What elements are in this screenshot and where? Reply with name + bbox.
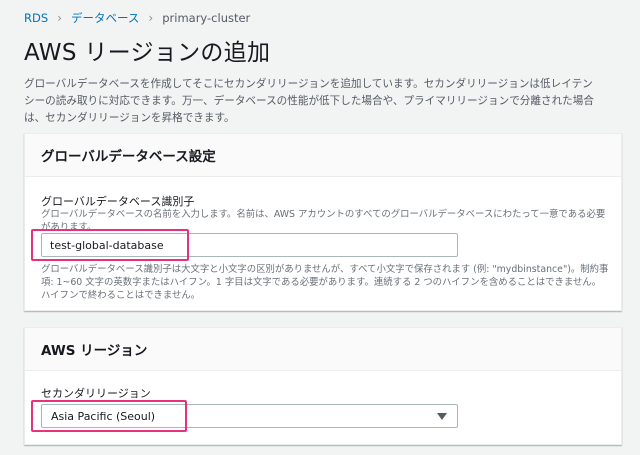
breadcrumb: RDS › データベース › primary-cluster xyxy=(24,10,250,26)
page-intro: グローバルデータベースを作成してそこにセカンダリリージョンを追加しています。セカ… xyxy=(24,76,624,127)
description-line: グローバルデータベースの名前を入力します。名前は、AWS アカウントのすべてのグ… xyxy=(41,209,606,220)
global-db-identifier-label: グローバルデータベース識別子 xyxy=(41,195,195,208)
global-database-settings-panel: グローバルデータベース設定 グローバルデータベース識別子 グローバルデータベース… xyxy=(24,133,622,311)
chevron-right-icon: › xyxy=(57,11,62,25)
help-line: グローバルデータベース識別子は大文字と小文字の区別がありませんが、すべて小文字で… xyxy=(41,264,609,275)
secondary-region-label: セカンダリリージョン xyxy=(41,387,151,400)
help-line: ハイフンで終わることはできません。 xyxy=(41,290,201,301)
secondary-region-value: Asia Pacific (Seoul) xyxy=(51,409,156,423)
panel-header: グローバルデータベース設定 xyxy=(25,134,621,177)
breadcrumb-link-databases[interactable]: データベース xyxy=(71,10,139,26)
chevron-right-icon: › xyxy=(148,11,154,25)
panel-header: AWS リージョン xyxy=(25,328,621,371)
intro-line: は、セカンダリリージョンを昇格できます。 xyxy=(24,112,235,124)
aws-region-panel: AWS リージョン セカンダリリージョン Asia Pacific (Seoul… xyxy=(24,327,622,445)
help-line: 項: 1~60 文字の英数字またはハイフン。1 字目は文字である必要があります。… xyxy=(41,277,602,288)
global-db-identifier-input[interactable] xyxy=(41,233,458,257)
intro-line: シーの読み取りに対応できます。万一、データベースの性能が低下した場合や、プライマ… xyxy=(24,95,594,107)
global-db-identifier-help: グローバルデータベース識別子は大文字と小文字の区別がありませんが、すべて小文字で… xyxy=(41,263,611,302)
caret-down-icon xyxy=(437,412,447,420)
intro-line: グローバルデータベースを作成してそこにセカンダリリージョンを追加しています。セカ… xyxy=(24,78,593,90)
breadcrumb-current: primary-cluster xyxy=(162,11,251,25)
global-db-identifier-description: グローバルデータベースの名前を入力します。名前は、AWS アカウントのすべてのグ… xyxy=(41,208,611,234)
page-title: AWS リージョンの追加 xyxy=(24,40,271,66)
secondary-region-select[interactable]: Asia Pacific (Seoul) xyxy=(41,404,458,428)
breadcrumb-link-rds[interactable]: RDS xyxy=(24,11,48,25)
